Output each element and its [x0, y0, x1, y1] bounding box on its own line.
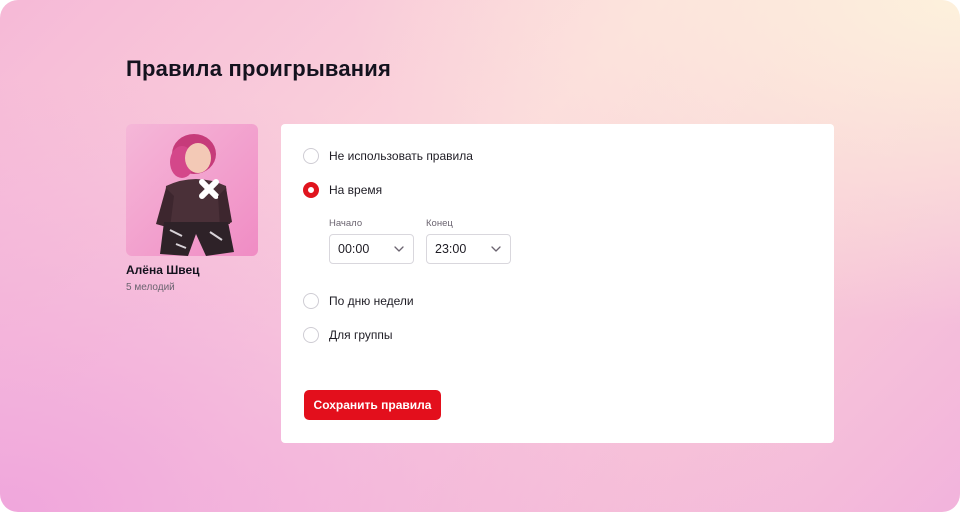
radio-option-weekday[interactable]: По дню недели [303, 292, 414, 310]
page: Правила проигрывания Алёна Швец 5 мелоди… [0, 0, 960, 512]
end-time-value: 23:00 [435, 242, 467, 256]
radio-unchecked-icon[interactable] [303, 148, 319, 164]
radio-label: Для группы [329, 328, 393, 342]
chevron-down-icon [491, 246, 501, 252]
start-time-select[interactable]: 00:00 [329, 234, 414, 264]
start-time-value: 00:00 [338, 242, 370, 256]
chevron-down-icon [394, 246, 404, 252]
radio-label: Не использовать правила [329, 149, 473, 163]
radio-label: На время [329, 183, 383, 197]
rules-card: Не использовать правила На время Начало … [281, 124, 834, 443]
start-time-label: Начало [329, 218, 363, 229]
radio-option-time[interactable]: На время [303, 181, 382, 199]
end-time-select[interactable]: 23:00 [426, 234, 511, 264]
radio-unchecked-icon[interactable] [303, 293, 319, 309]
radio-unchecked-icon[interactable] [303, 327, 319, 343]
artist-track-count: 5 мелодий [126, 282, 175, 293]
page-title: Правила проигрывания [126, 56, 392, 81]
artist-name: Алёна Швец [126, 263, 200, 277]
radio-label: По дню недели [329, 294, 414, 308]
save-rules-button[interactable]: Сохранить правила [304, 390, 441, 420]
radio-option-group[interactable]: Для группы [303, 326, 393, 344]
end-time-label: Конец [426, 218, 453, 229]
artist-photo [126, 124, 258, 256]
radio-checked-icon[interactable] [303, 182, 319, 198]
radio-option-none[interactable]: Не использовать правила [303, 147, 473, 165]
